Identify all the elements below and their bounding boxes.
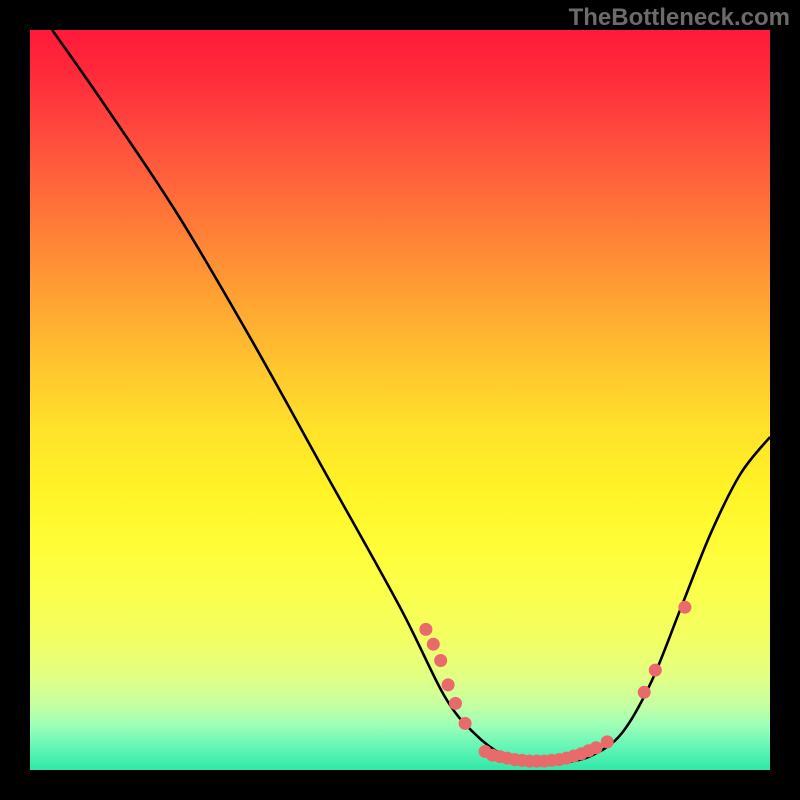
- marker-dot: [459, 717, 472, 730]
- marker-dot: [442, 678, 455, 691]
- marker-dot: [449, 697, 462, 710]
- marker-dot: [638, 686, 651, 699]
- curve-svg: [30, 30, 770, 770]
- marker-dot: [601, 735, 614, 748]
- plot-area: [30, 30, 770, 770]
- curve-path-group: [52, 30, 770, 764]
- chart-container: TheBottleneck.com: [0, 0, 800, 800]
- marker-dot: [427, 638, 440, 651]
- marker-dot: [649, 664, 662, 677]
- marker-dot: [678, 601, 691, 614]
- bottleneck-curve-path: [52, 30, 770, 764]
- marker-dot: [434, 654, 447, 667]
- watermark-text: TheBottleneck.com: [569, 4, 790, 32]
- marker-dot: [419, 623, 432, 636]
- marker-dot: [590, 741, 603, 754]
